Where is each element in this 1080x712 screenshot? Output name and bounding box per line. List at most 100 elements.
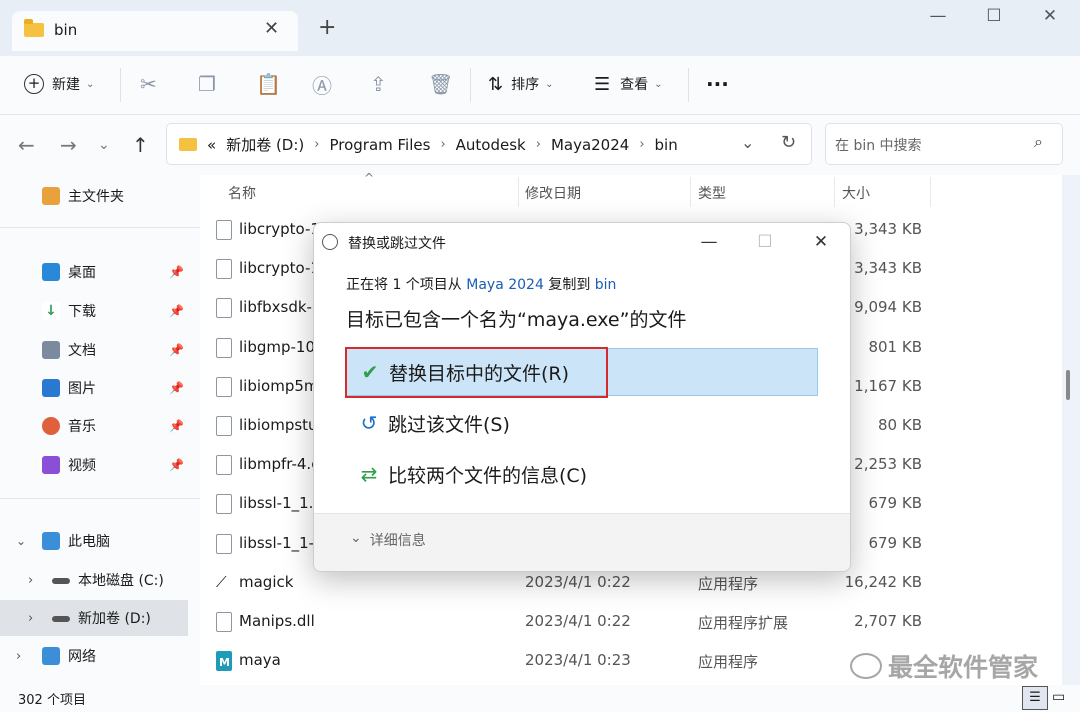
crumb-autodesk[interactable]: Autodesk — [456, 136, 526, 154]
folder-icon — [24, 19, 44, 37]
pin-icon[interactable]: 📌 — [169, 343, 184, 357]
file-icon — [216, 416, 232, 436]
plus-circle-icon: + — [24, 74, 44, 94]
close-tab-icon[interactable]: ✕ — [264, 18, 279, 39]
dialog-close-button[interactable]: ✕ — [798, 227, 844, 257]
pin-icon[interactable]: 📌 — [169, 265, 184, 279]
recent-chevron-icon[interactable]: ⌄ — [98, 137, 110, 153]
sidebar-item-pictures[interactable]: 图片 📌 — [0, 370, 188, 406]
new-button[interactable]: + 新建 ⌄ — [24, 70, 94, 98]
crumb-program-files[interactable]: Program Files — [329, 136, 430, 154]
file-size: 2,707 KB — [854, 612, 922, 630]
file-date: 2023/4/1 0:22 — [525, 572, 631, 591]
rename-button[interactable]: Ⓐ — [312, 70, 332, 98]
column-divider[interactable] — [690, 177, 691, 207]
column-header-name[interactable]: 名称 — [228, 183, 256, 203]
file-icon — [216, 612, 232, 632]
pin-icon[interactable]: 📌 — [169, 381, 184, 395]
more-options-button[interactable]: ··· — [706, 70, 729, 98]
file-name: libssl-1_1-x — [239, 533, 323, 552]
dialog-title: 替换或跳过文件 — [348, 236, 446, 252]
crumb-bin[interactable]: bin — [655, 136, 678, 154]
crumb-drive[interactable]: 新加卷 (D:) — [226, 134, 304, 155]
chevron-right-icon[interactable]: › — [16, 649, 42, 664]
paste-button[interactable]: 📋 — [256, 70, 281, 98]
file-name: libgmp-10 — [239, 337, 316, 356]
video-icon — [42, 456, 60, 474]
sidebar-item-music[interactable]: 音乐 📌 — [0, 408, 188, 444]
pin-icon[interactable]: 📌 — [169, 458, 184, 472]
chevron-right-icon[interactable]: › — [28, 573, 52, 588]
pin-icon[interactable]: 📌 — [169, 304, 184, 318]
history-dropdown-icon[interactable]: ⌄ — [741, 133, 754, 152]
file-name: maya — [239, 651, 281, 670]
share-button[interactable]: ⇪ — [370, 70, 387, 98]
music-icon — [42, 417, 60, 435]
file-date: 2023/4/1 0:23 — [525, 651, 631, 670]
dialog-footer: ⌄ 详细信息 — [314, 513, 850, 571]
more-details-toggle[interactable]: ⌄ 详细信息 — [350, 530, 426, 550]
file-name: magick — [239, 572, 294, 591]
tiles-view-icon[interactable]: ▭ — [1052, 689, 1065, 705]
breadcrumb: « 新加卷 (D:) › Program Files › Autodesk › … — [179, 134, 678, 155]
file-name: libmpfr-4.c — [239, 455, 320, 474]
sidebar-item-home[interactable]: 主文件夹 — [0, 178, 188, 214]
column-divider[interactable] — [518, 177, 519, 207]
close-window-button[interactable]: ✕ — [1030, 6, 1070, 26]
sidebar-item-downloads[interactable]: ↓ 下载 📌 — [0, 293, 188, 329]
scrollbar-thumb[interactable] — [1066, 370, 1070, 400]
file-icon — [216, 298, 232, 319]
column-header-date[interactable]: 修改日期 — [525, 183, 581, 203]
details-view-icon[interactable]: ☰ — [1022, 686, 1048, 710]
source-link[interactable]: Maya 2024 — [466, 277, 544, 293]
column-divider[interactable] — [930, 177, 931, 207]
pin-icon[interactable]: 📌 — [169, 419, 184, 433]
back-arrow-icon[interactable]: ← — [18, 133, 35, 157]
tab-bin[interactable]: bin ✕ — [12, 11, 298, 51]
chevron-right-icon[interactable]: › — [28, 611, 52, 626]
refresh-icon[interactable]: ↻ — [781, 132, 796, 153]
sidebar-item-drive-d[interactable]: › 新加卷 (D:) — [0, 600, 188, 636]
sidebar-item-drive-c[interactable]: › 本地磁盘 (C:) — [0, 562, 188, 598]
up-arrow-icon[interactable]: ↑ — [132, 133, 149, 157]
command-bar: + 新建 ⌄ ✂ ❐ 📋 Ⓐ ⇪ 🗑 ⇅ 排序 ⌄ ☰ 查看 ⌄ ··· — [0, 56, 1080, 115]
view-button[interactable]: ☰ 查看 ⌄ — [594, 70, 663, 98]
new-tab-button[interactable]: + — [318, 15, 336, 40]
minimize-button[interactable]: — — [918, 6, 958, 26]
navigation-pane: 主文件夹 桌面 📌 ↓ 下载 📌 文档 📌 图片 📌 音乐 📌 视频 📌 ⌄ 此… — [0, 175, 200, 685]
column-header-size[interactable]: 大小 — [842, 183, 870, 203]
skip-label: 跳过该文件(S) — [388, 413, 510, 436]
sidebar-item-label: 桌面 — [68, 265, 96, 281]
forward-arrow-icon[interactable]: → — [60, 133, 77, 157]
maximize-button[interactable]: ☐ — [974, 6, 1014, 26]
sidebar-divider — [0, 227, 200, 228]
drive-icon — [52, 578, 70, 584]
chevron-down-icon: ⌄ — [654, 78, 663, 90]
sidebar-item-videos[interactable]: 视频 📌 — [0, 447, 188, 483]
column-header-type[interactable]: 类型 — [698, 183, 726, 203]
address-bar[interactable]: « 新加卷 (D:) › Program Files › Autodesk › … — [166, 123, 812, 165]
overflow-chevron[interactable]: « — [207, 136, 216, 154]
file-icon — [216, 259, 232, 280]
chevron-down-icon[interactable]: ⌄ — [16, 534, 42, 548]
table-row[interactable]: Manips.dll 2023/4/1 0:22 应用程序扩展 2,707 KB — [200, 603, 1062, 642]
copy-button[interactable]: ❐ — [198, 70, 216, 98]
file-size: 80 KB — [878, 416, 922, 434]
sidebar-item-desktop[interactable]: 桌面 📌 — [0, 254, 188, 290]
sidebar-item-network[interactable]: › 网络 — [0, 638, 188, 674]
cut-button[interactable]: ✂ — [140, 70, 157, 98]
sidebar-item-this-pc[interactable]: ⌄ 此电脑 — [0, 523, 188, 559]
column-divider[interactable] — [834, 177, 835, 207]
search-box[interactable]: 在 bin 中搜索 ⌕ — [825, 123, 1063, 165]
skip-option[interactable]: ↺ 跳过该文件(S) — [346, 399, 818, 447]
crumb-maya2024[interactable]: Maya2024 — [551, 136, 629, 154]
delete-button[interactable]: 🗑 — [428, 70, 453, 98]
destination-link[interactable]: bin — [595, 277, 617, 293]
sidebar-item-documents[interactable]: 文档 📌 — [0, 332, 188, 368]
network-icon — [42, 647, 60, 665]
file-size: 801 KB — [868, 337, 922, 356]
undo-icon: ↺ — [360, 411, 378, 435]
dialog-minimize-button[interactable]: — — [686, 227, 732, 257]
compare-option[interactable]: ⇄ 比较两个文件的信息(C) — [346, 450, 818, 498]
sort-button[interactable]: ⇅ 排序 ⌄ — [488, 70, 553, 98]
